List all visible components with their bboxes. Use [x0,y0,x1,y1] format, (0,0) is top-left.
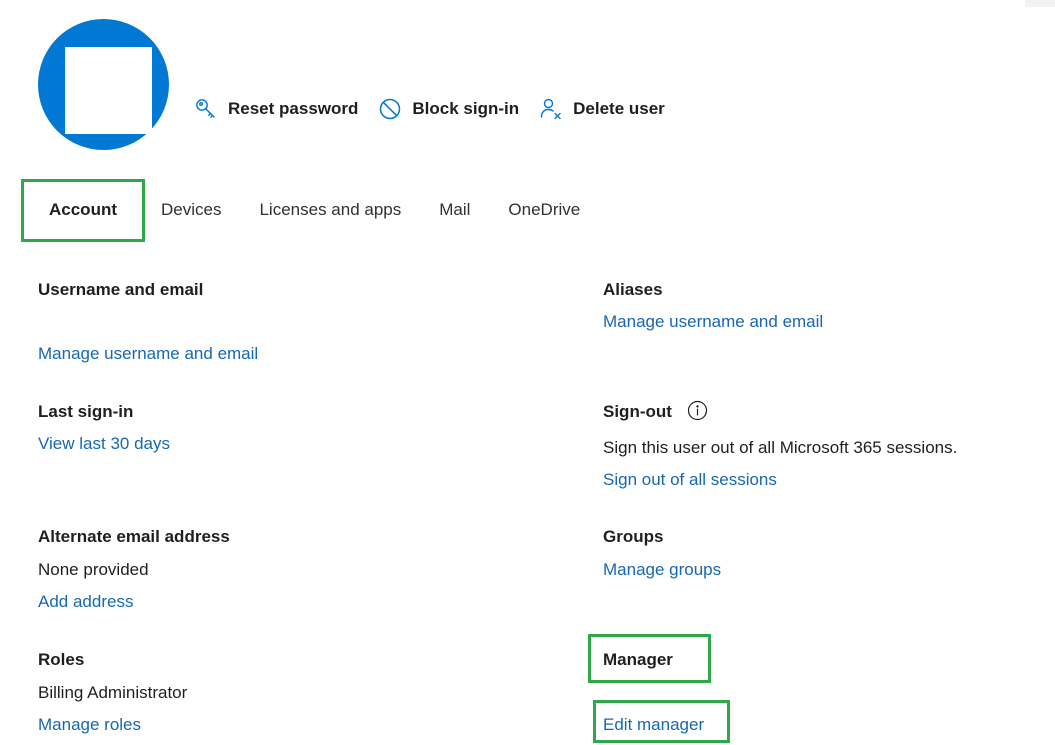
groups-title: Groups [603,527,664,546]
user-actions-toolbar: Reset password Block sign-in Delete user [194,94,685,124]
tab-devices[interactable]: Devices [142,200,240,220]
manage-aliases-link[interactable]: Manage username and email [603,312,823,332]
view-last-30-days-link[interactable]: View last 30 days [38,434,170,454]
user-avatar [38,19,169,150]
aliases-title: Aliases [603,280,663,299]
alternate-email-title: Alternate email address [38,527,230,546]
roles-value: Billing Administrator [38,683,188,702]
manage-username-email-link[interactable]: Manage username and email [38,344,258,364]
edit-manager-link[interactable]: Edit manager [603,715,704,735]
block-signin-label: Block sign-in [412,99,520,118]
delete-user-label: Delete user [573,99,665,118]
add-address-link[interactable]: Add address [38,592,133,612]
signout-section: Sign-out [603,400,708,423]
last-signin-title: Last sign-in [38,402,134,421]
manager-title: Manager [603,650,673,669]
signout-title: Sign-out [603,402,672,421]
username-email-title: Username and email [38,280,204,299]
sign-out-all-sessions-link[interactable]: Sign out of all sessions [603,470,777,490]
key-icon [194,97,218,121]
reset-password-button[interactable]: Reset password [194,97,358,121]
manage-roles-link[interactable]: Manage roles [38,715,141,735]
roles-title: Roles [38,650,85,669]
signout-description: Sign this user out of all Microsoft 365 … [603,438,958,457]
delete-user-button[interactable]: Delete user [539,97,665,121]
person-remove-icon [539,97,563,121]
tab-mail[interactable]: Mail [420,200,489,220]
tab-licenses-and-apps[interactable]: Licenses and apps [240,200,420,220]
user-tabs: Account Devices Licenses and apps Mail O… [24,180,599,240]
manage-groups-link[interactable]: Manage groups [603,560,721,580]
avatar-photo-placeholder [65,47,152,134]
tab-onedrive[interactable]: OneDrive [489,200,599,220]
block-signin-button[interactable]: Block sign-in [378,97,519,121]
block-icon [378,97,402,121]
scrollbar-corner [1025,0,1055,7]
reset-password-label: Reset password [228,99,359,118]
info-icon[interactable] [687,400,708,421]
tab-account[interactable]: Account [24,200,142,220]
alternate-email-value: None provided [38,560,149,579]
